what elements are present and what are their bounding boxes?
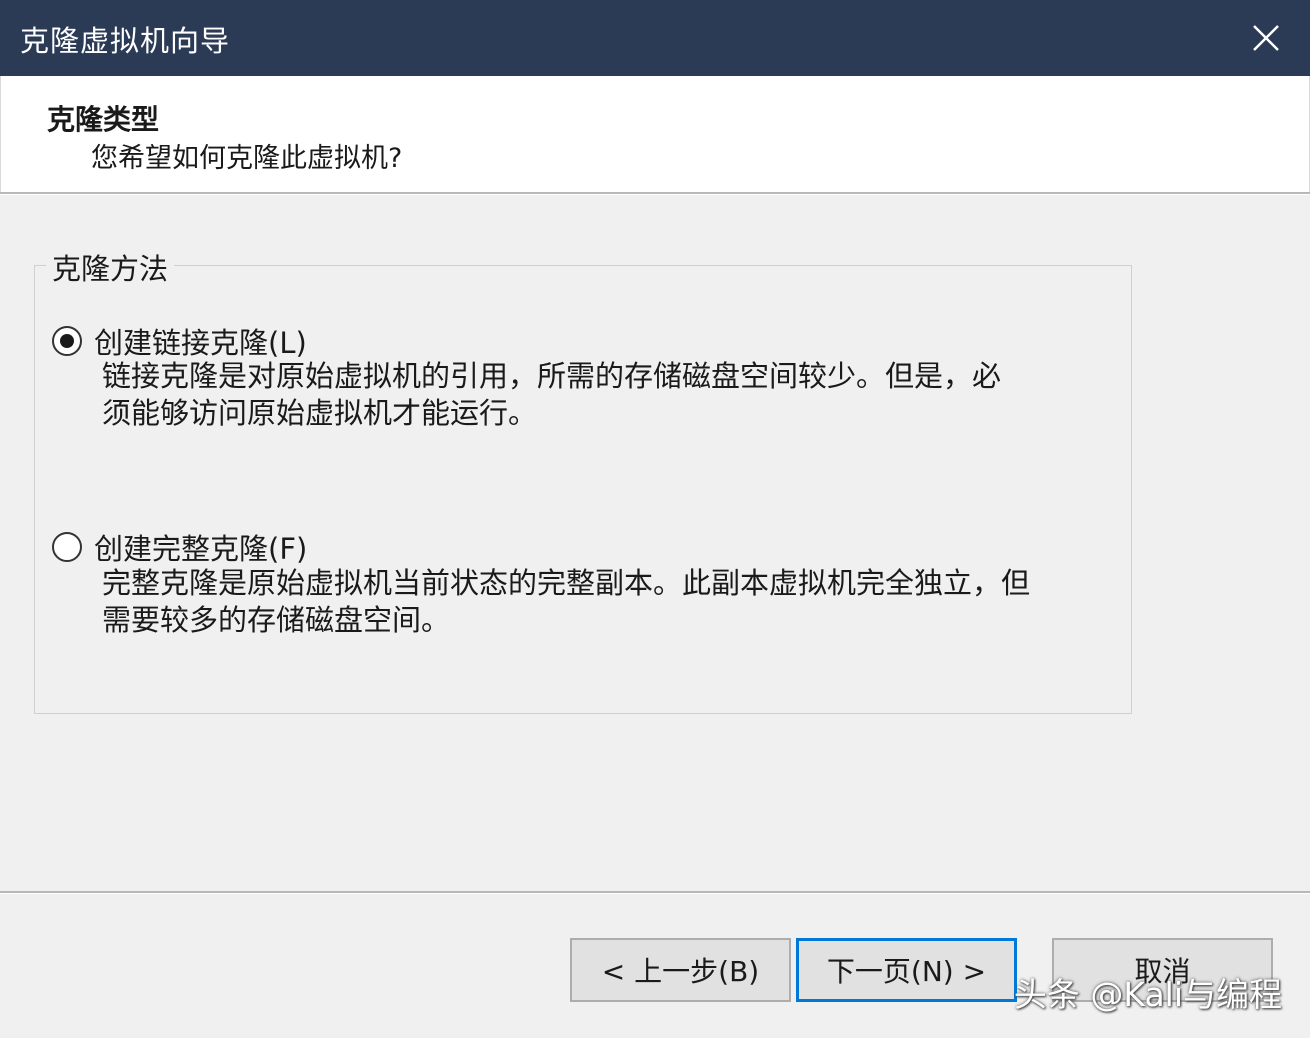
window-title: 克隆虚拟机向导 xyxy=(20,24,231,58)
back-button[interactable]: < 上一步(B) xyxy=(570,938,791,1002)
header-divider xyxy=(0,192,1310,195)
close-icon xyxy=(1253,25,1279,51)
linked-clone-option[interactable]: 创建链接克隆(L) xyxy=(52,320,307,362)
full-clone-radio[interactable] xyxy=(52,532,82,562)
footer-divider xyxy=(0,891,1310,894)
next-button[interactable]: 下一页(N) > xyxy=(796,938,1017,1002)
full-clone-desc-line2: 需要较多的存储磁盘空间。 xyxy=(102,603,451,637)
page-title: 克隆类型 xyxy=(47,103,160,136)
wizard-header: 克隆类型 您希望如何克隆此虚拟机? xyxy=(0,76,1310,192)
linked-clone-radio[interactable] xyxy=(52,326,82,356)
full-clone-label: 创建完整克隆(F) xyxy=(94,532,308,566)
full-clone-desc-line1: 完整克隆是原始虚拟机当前状态的完整副本。此副本虚拟机完全独立，但 xyxy=(102,566,1031,600)
full-clone-description: 完整克隆是原始虚拟机当前状态的完整副本。此副本虚拟机完全独立，但 需要较多的存储… xyxy=(102,565,1082,639)
watermark: 头条 @Kali与编程 xyxy=(1013,975,1282,1014)
linked-clone-desc-line1: 链接克隆是对原始虚拟机的引用，所需的存储磁盘空间较少。但是，必 xyxy=(102,359,1002,393)
clone-method-legend: 克隆方法 xyxy=(46,246,175,288)
linked-clone-desc-line2: 须能够访问原始虚拟机才能运行。 xyxy=(102,396,538,430)
close-button[interactable] xyxy=(1244,16,1288,60)
title-bar: 克隆虚拟机向导 xyxy=(0,0,1310,76)
full-clone-option[interactable]: 创建完整克隆(F) xyxy=(52,526,307,568)
linked-clone-description: 链接克隆是对原始虚拟机的引用，所需的存储磁盘空间较少。但是，必 须能够访问原始虚… xyxy=(102,358,1082,432)
linked-clone-label: 创建链接克隆(L) xyxy=(94,326,307,360)
page-subtitle: 您希望如何克隆此虚拟机? xyxy=(91,143,403,174)
